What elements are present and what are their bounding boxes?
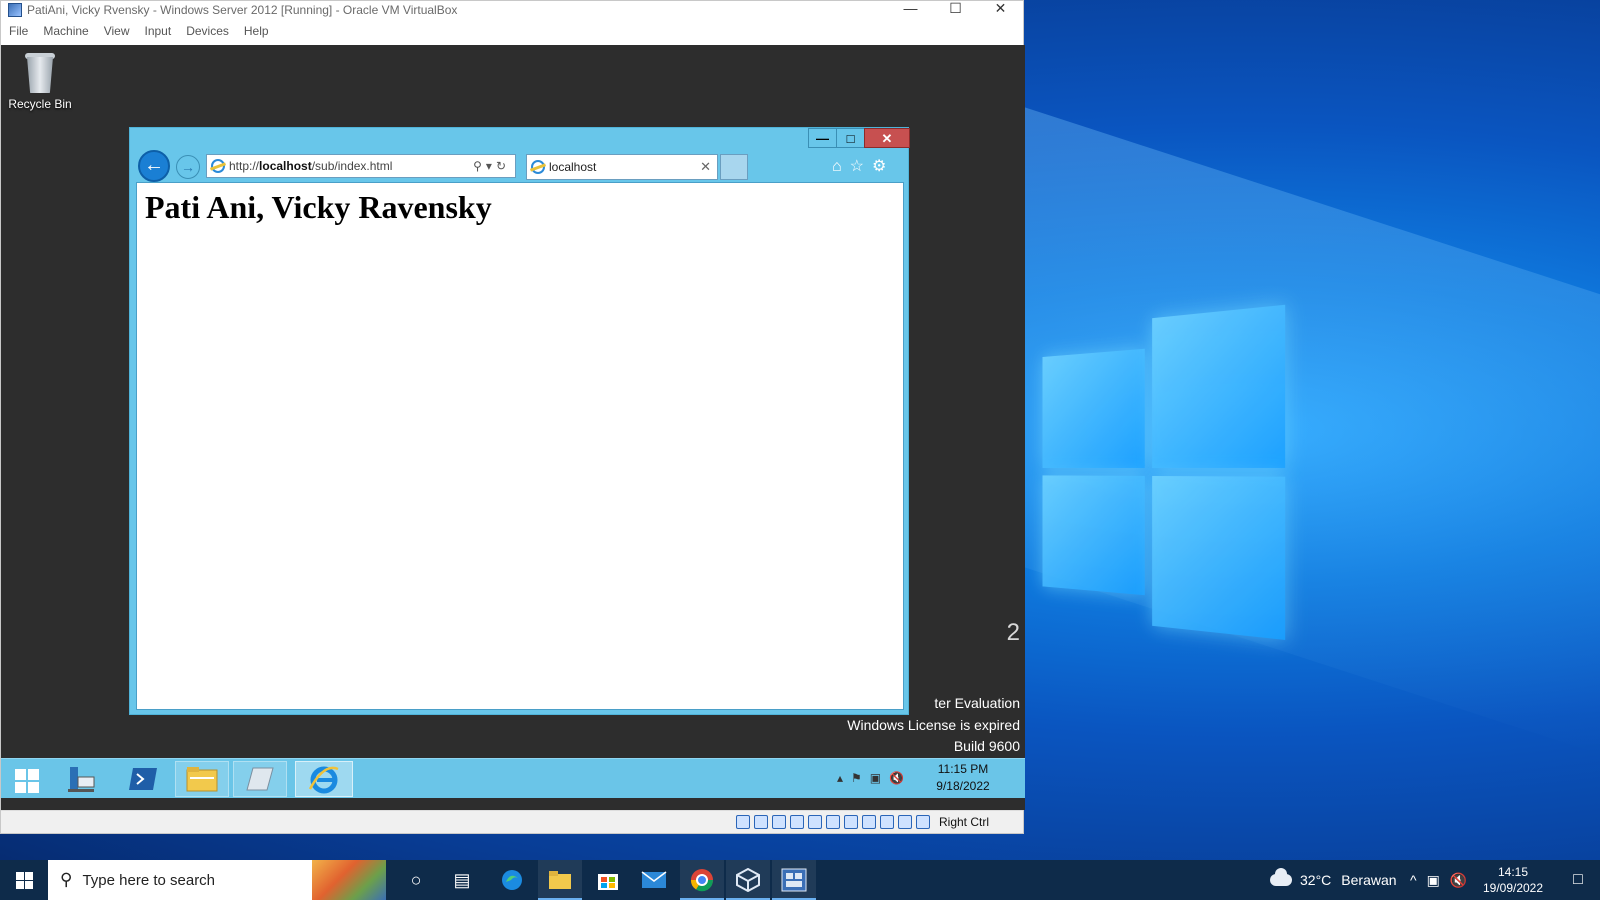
tray-network-icon[interactable]: ▣ (870, 771, 889, 785)
file-explorer-icon[interactable] (175, 761, 229, 797)
search-icon: ⚲ (60, 870, 73, 889)
vbox-maximize-button[interactable]: ☐ (933, 1, 978, 18)
host-start-button[interactable] (0, 860, 48, 900)
recycle-bin-shortcut[interactable]: Recycle Bin (7, 51, 73, 111)
ie-page-content: Pati Ani, Vicky Ravensky (136, 182, 904, 710)
forward-arrow-icon[interactable]: → (176, 155, 200, 179)
guest-taskbar: ▴⚑▣🔇 11:15 PM 9/18/2022 (1, 758, 1025, 798)
hard-disk-icon[interactable] (736, 815, 750, 829)
tray-chevron-up-icon[interactable]: ^ (1410, 872, 1427, 888)
volume-muted-icon[interactable]: 🔇 (1450, 872, 1477, 888)
notification-center-icon[interactable]: □ (1556, 860, 1600, 900)
mail-icon[interactable] (632, 860, 676, 900)
recording-icon[interactable] (862, 815, 876, 829)
host-taskbar: ⚲ Type here to search ○ ▤ 32°C Berawan ^… (0, 860, 1600, 900)
host-key-label: Right Ctrl (939, 815, 990, 829)
watermark-digit: 2 (1006, 619, 1020, 646)
watermark-line2: Windows License is expired (847, 717, 1020, 733)
vbox-titlebar[interactable]: PatiAni, Vicky Rvensky - Windows Server … (1, 1, 1023, 18)
tab-localhost[interactable]: localhost ✕ (526, 154, 718, 180)
network-icon[interactable] (790, 815, 804, 829)
network-icon[interactable]: ▣ (1427, 872, 1450, 888)
guest-clock-time: 11:15 PM (937, 762, 989, 776)
recycle-bin-icon (23, 51, 57, 93)
address-bar[interactable]: http://localhost/sub/index.html ⚲▾↻ (206, 154, 516, 178)
menu-file[interactable]: File (9, 24, 28, 38)
refresh-icon[interactable]: ↻ (496, 159, 510, 173)
ie-navigation-bar: ← → http://localhost/sub/index.html ⚲▾↻ … (136, 148, 902, 182)
recycle-bin-label: Recycle Bin (8, 97, 72, 111)
gear-icon[interactable]: ⚙ (872, 158, 894, 175)
menu-view[interactable]: View (104, 24, 130, 38)
new-tab-button[interactable] (720, 154, 748, 180)
tray-volume-muted-icon[interactable]: 🔇 (889, 771, 912, 785)
page-heading: Pati Ani, Vicky Ravensky (145, 189, 492, 225)
usb-icon[interactable] (808, 815, 822, 829)
vbox-minimize-button[interactable]: — (888, 1, 933, 18)
guest-clock-date: 9/18/2022 (936, 779, 990, 793)
tab-title: localhost (549, 160, 597, 174)
file-explorer-icon[interactable] (538, 860, 582, 900)
host-clock-time: 14:15 (1497, 865, 1529, 879)
search-placeholder: Type here to search (82, 871, 216, 889)
weather-widget[interactable]: 32°C Berawan (1270, 860, 1397, 900)
virtualbox-app-icon (8, 2, 22, 17)
chevron-down-icon[interactable]: ▾ (486, 159, 496, 173)
mouse-integration-icon[interactable] (898, 815, 912, 829)
menu-help[interactable]: Help (244, 24, 269, 38)
ie-minimize-button[interactable]: — (808, 128, 836, 148)
ie-tab-icon (531, 160, 545, 174)
virtualbox-icon[interactable] (726, 860, 770, 900)
cortana-icon[interactable]: ○ (394, 860, 438, 900)
tray-action-center-icon[interactable]: ⚑ (851, 771, 870, 785)
tool-app-icon[interactable] (233, 761, 287, 797)
guest-clock[interactable]: 11:15 PM 9/18/2022 (931, 761, 995, 795)
cpu-icon[interactable] (880, 815, 894, 829)
server-manager-icon[interactable] (61, 761, 101, 797)
back-arrow-icon[interactable]: ← (138, 150, 170, 182)
host-search-box[interactable]: ⚲ Type here to search (48, 860, 386, 900)
watermark-line1: ter Evaluation (934, 695, 1020, 711)
weather-temp: 32°C (1300, 872, 1332, 888)
audio-icon[interactable] (772, 815, 786, 829)
tray-chevron-up-icon[interactable]: ▴ (837, 771, 851, 785)
search-highlight-image (312, 860, 386, 900)
internet-explorer-window: — □ ✕ ← → http://localhost/sub/index.htm… (129, 127, 910, 715)
weather-desc: Berawan (1341, 872, 1397, 888)
powershell-icon[interactable] (123, 761, 163, 797)
cloud-icon (1270, 868, 1292, 886)
guest-start-button[interactable] (7, 761, 47, 797)
keyboard-capture-icon[interactable] (916, 815, 930, 829)
vbox-window-title: PatiAni, Vicky Rvensky - Windows Server … (27, 2, 458, 17)
vbox-close-button[interactable]: ✕ (978, 1, 1023, 18)
vbox-menubar: File Machine View Input Devices Help (1, 18, 1023, 44)
menu-machine[interactable]: Machine (43, 24, 88, 38)
ie-maximize-button[interactable]: □ (836, 128, 864, 148)
shared-folders-icon[interactable] (826, 815, 840, 829)
home-icon[interactable]: ⌂ (832, 158, 850, 175)
ie-close-button[interactable]: ✕ (864, 128, 910, 148)
windows-server-vm-icon[interactable] (772, 860, 816, 900)
edge-icon[interactable] (490, 860, 534, 900)
ie-page-icon (211, 159, 225, 173)
chrome-icon[interactable] (680, 860, 724, 900)
microsoft-store-icon[interactable] (586, 860, 630, 900)
virtualbox-window: PatiAni, Vicky Rvensky - Windows Server … (0, 0, 1025, 834)
optical-drive-icon[interactable] (754, 815, 768, 829)
task-view-icon[interactable]: ▤ (440, 860, 484, 900)
internet-explorer-taskbar-icon[interactable] (295, 761, 353, 797)
windows-logo-wallpaper (1042, 304, 1286, 640)
vbox-status-bar: Right Ctrl (1, 810, 1023, 833)
display-icon[interactable] (844, 815, 858, 829)
menu-input[interactable]: Input (145, 24, 172, 38)
watermark-line3: Build 9600 (953, 738, 1020, 754)
search-icon[interactable]: ⚲ (473, 159, 486, 173)
menu-devices[interactable]: Devices (186, 24, 229, 38)
favorites-star-icon[interactable]: ☆ (850, 158, 872, 175)
host-clock[interactable]: 14:15 19/09/2022 (1478, 864, 1548, 896)
tab-close-icon[interactable]: ✕ (700, 159, 711, 175)
url-text[interactable]: http://localhost/sub/index.html (229, 159, 473, 173)
guest-screen: Recycle Bin 2 ter Evaluation Windows Lic… (1, 45, 1025, 810)
host-clock-date: 19/09/2022 (1482, 881, 1544, 895)
